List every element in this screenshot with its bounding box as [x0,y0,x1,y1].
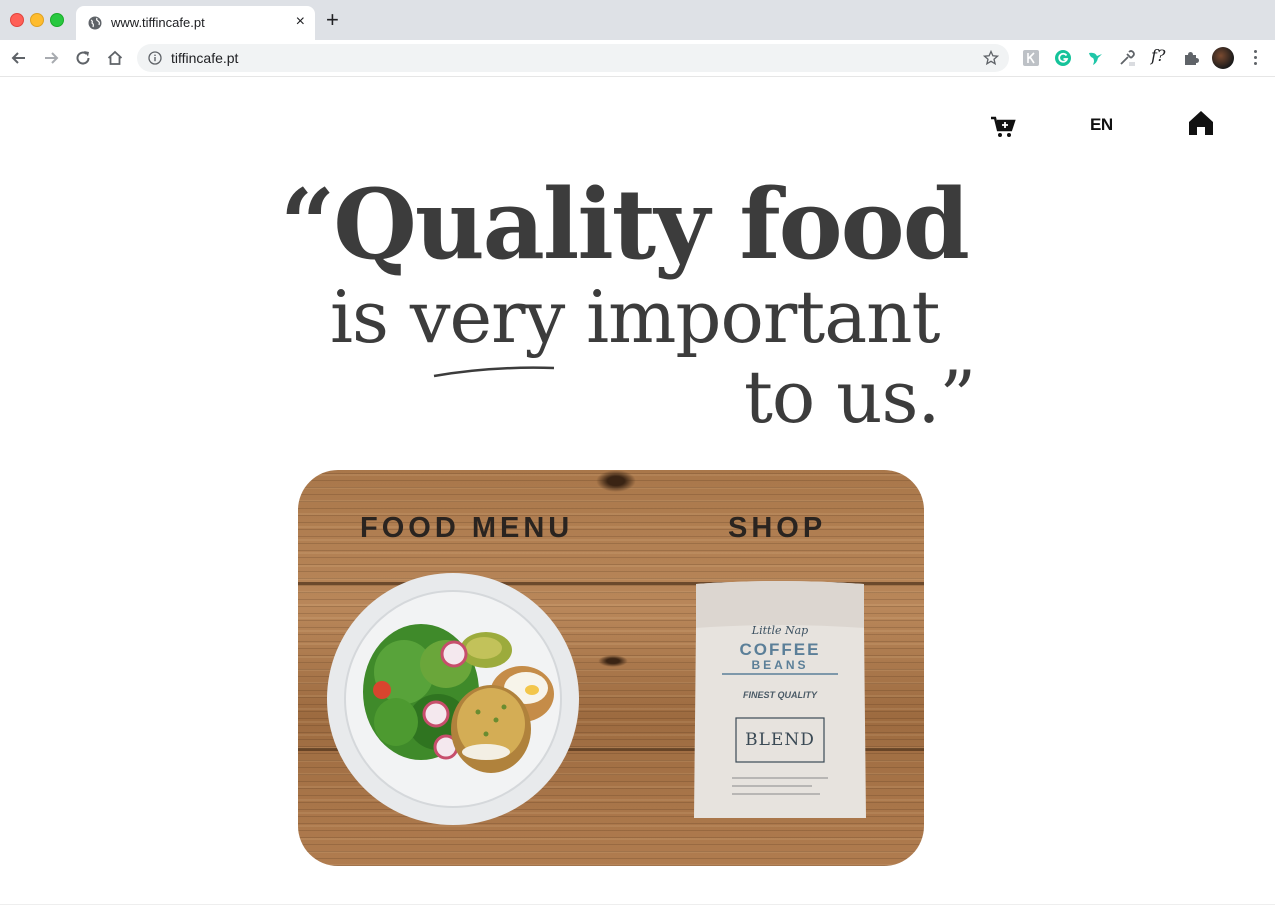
new-tab-button[interactable]: + [326,8,339,32]
close-window-button[interactable] [10,13,24,27]
maximize-window-button[interactable] [50,13,64,27]
extension-k-icon[interactable] [1022,49,1040,67]
home-icon[interactable] [1188,110,1214,136]
bag-brand-text: Little Nap [751,624,809,637]
cart-icon[interactable] [990,115,1016,139]
coffee-beans-bag-image[interactable]: Little Nap COFFEE BEANS FINEST QUALITY B… [692,578,868,822]
minimize-window-button[interactable] [30,13,44,27]
quote-line-1: “Quality food [280,168,970,281]
url-text[interactable]: tiffincafe.pt [171,50,238,66]
coffee-bag-shape [694,581,866,818]
puzzle-extensions-icon[interactable] [1182,49,1200,67]
profile-avatar[interactable] [1212,47,1234,69]
bookmark-star-icon[interactable] [983,50,999,66]
browser-titlebar: www.tiffincafe.pt × + [0,0,1275,40]
quote-line-3: to us.” [744,355,976,439]
globe-icon [88,16,102,30]
reload-icon[interactable] [74,49,92,67]
forward-arrow-icon[interactable] [42,49,60,67]
shop-link[interactable]: SHOP [728,512,826,545]
bag-blend-text: BLEND [745,730,815,750]
underline-swash [433,366,555,378]
browser-menu-icon[interactable] [1252,48,1258,68]
wood-knot [598,655,628,667]
hummingbird-extension-icon[interactable] [1086,49,1104,67]
hero-banner: FOOD MENU SHOP Little Nap COFFEE BEANS F… [298,470,924,866]
browser-toolbar: tiffincafe.pt f? [0,40,1275,77]
food-plate-image[interactable] [326,572,581,827]
home-button-icon[interactable] [106,49,124,67]
site-info-icon[interactable] [148,51,162,65]
tab-title: www.tiffincafe.pt [111,15,205,30]
food-menu-link[interactable]: FOOD MENU [360,512,573,545]
fonts-extension-icon[interactable]: f? [1151,46,1166,65]
back-arrow-icon[interactable] [10,49,28,67]
webpage: EN “Quality food is very important to us… [0,77,1275,905]
bag-subtitle-text: BEANS [751,658,809,672]
eyedropper-icon[interactable] [1118,49,1136,67]
tab-close-icon[interactable]: × [296,13,305,31]
address-bar[interactable]: tiffincafe.pt [137,44,1009,72]
quote-line-2: is very important [330,275,940,359]
wood-knot [596,470,636,492]
bag-title-text: COFFEE [739,640,821,659]
browser-tab[interactable]: www.tiffincafe.pt × [76,6,315,40]
bag-quality-text: FINEST QUALITY [743,690,817,700]
grammarly-icon[interactable] [1054,49,1072,67]
language-selector[interactable]: EN [1090,115,1113,135]
